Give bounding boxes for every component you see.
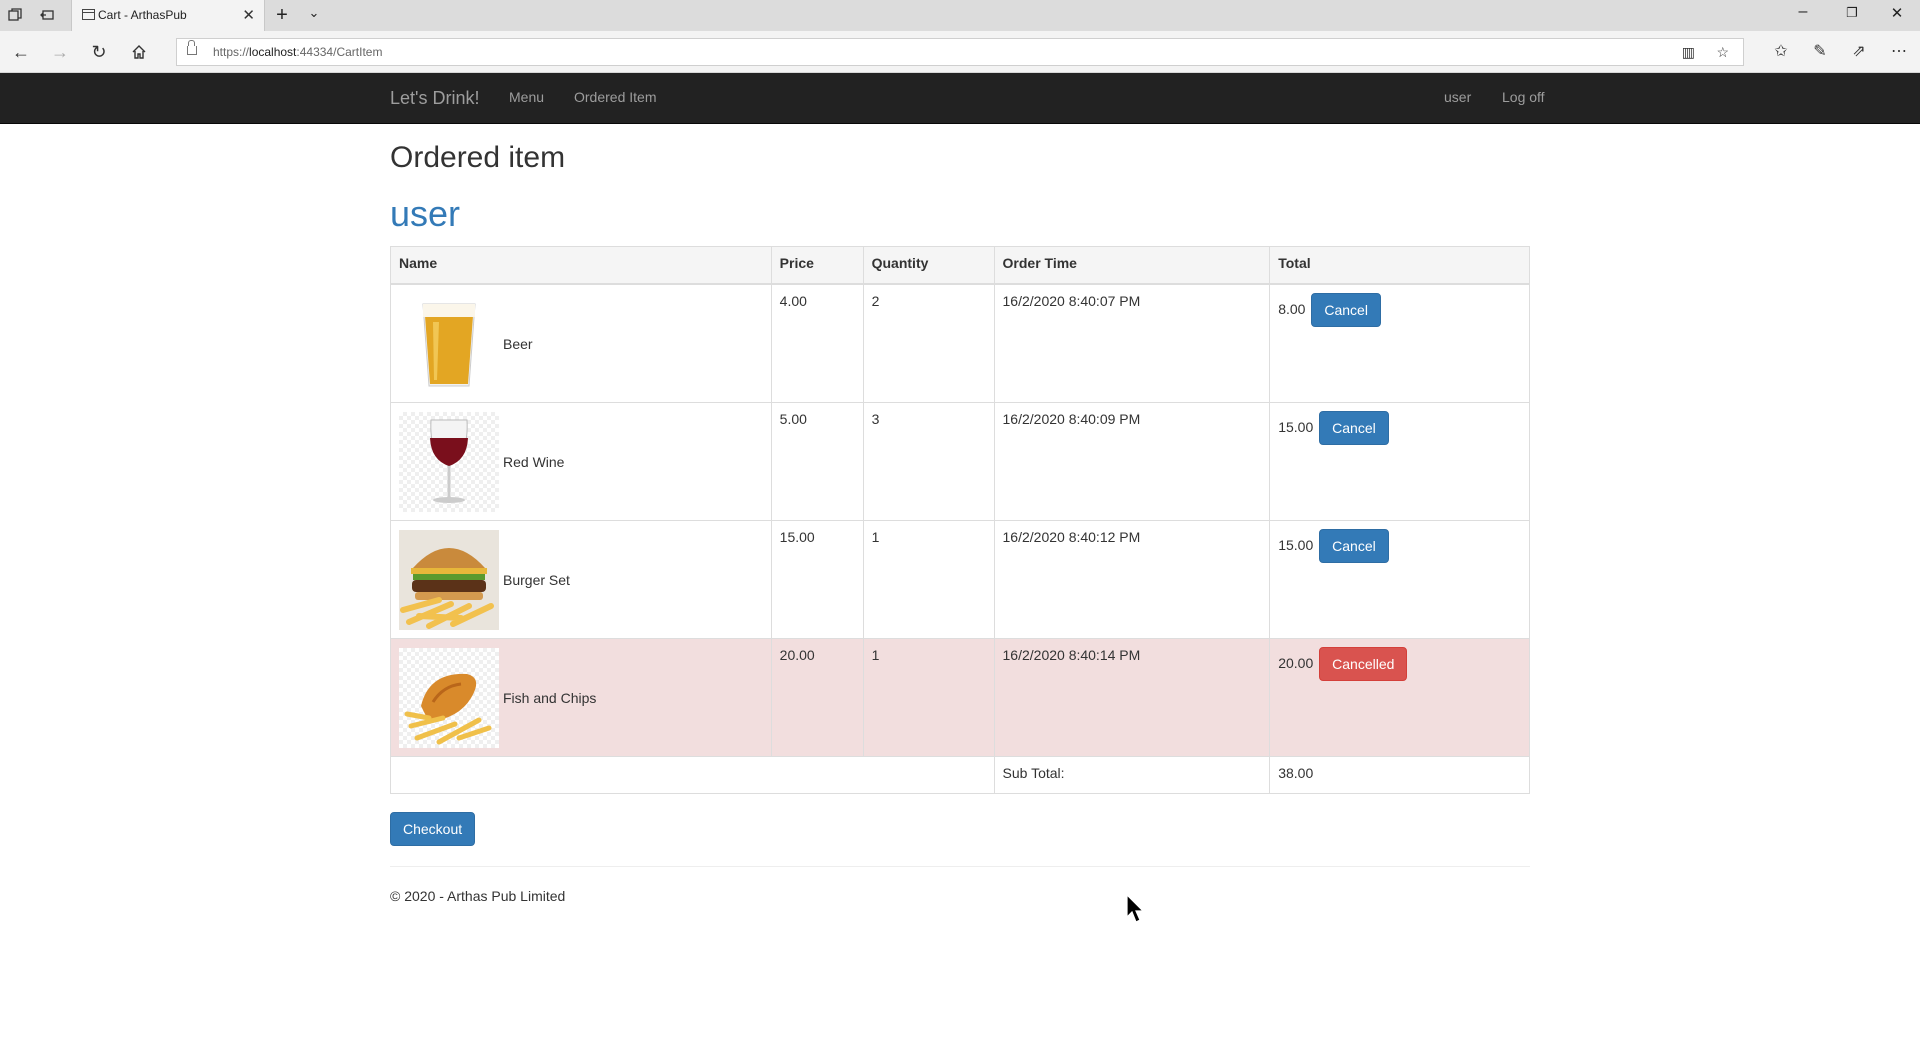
nav-user-link[interactable]: user <box>1444 89 1471 105</box>
mouse-cursor-icon <box>1126 894 1145 923</box>
browser-toolbar: ← → ↻ https://localhost:44334/CartItem ▥… <box>0 31 1920 73</box>
name-cell: Beer <box>390 283 772 403</box>
subtotal-value: 38.00 <box>1269 756 1530 794</box>
name-cell: Burger Set <box>390 520 772 639</box>
log-off-link[interactable]: Log off <box>1502 89 1545 105</box>
header-name: Name <box>390 246 772 285</box>
price-cell: 20.00 <box>770 638 864 757</box>
back-icon[interactable]: ← <box>10 41 32 63</box>
cancel-button[interactable]: Cancel <box>1311 293 1381 327</box>
checkout-button[interactable]: Checkout <box>390 812 476 846</box>
beer-image <box>399 293 499 394</box>
forward-icon[interactable]: → <box>49 41 71 63</box>
table-row-cancelled: Fish and Chips 20.00 1 16/2/2020 8:40:14… <box>390 638 1530 757</box>
web-note-pen-icon[interactable]: ✎ <box>1809 41 1831 63</box>
total-value: 15.00 <box>1278 419 1314 435</box>
address-bar[interactable]: https://localhost:44334/CartItem ▥ ☆ <box>176 38 1744 66</box>
quantity-cell: 1 <box>862 520 995 639</box>
favorite-star-icon[interactable]: ☆ <box>1716 44 1729 61</box>
browser-tab[interactable]: Cart - ArthasPub ✕ <box>71 0 265 31</box>
price-cell: 4.00 <box>770 283 864 403</box>
home-icon[interactable] <box>128 41 150 63</box>
close-tab-icon[interactable]: ✕ <box>242 6 255 24</box>
cancel-button[interactable]: Cancel <box>1319 529 1389 563</box>
ordered-items-table: Name Price Quantity Order Time Total Bee… <box>390 246 1530 794</box>
more-options-icon[interactable]: ⋯ <box>1888 41 1910 63</box>
subtotal-row: Sub Total: 38.00 <box>390 756 1530 794</box>
brand-link[interactable]: Let's Drink! <box>390 88 479 109</box>
total-cell: 15.00 Cancel <box>1269 402 1530 521</box>
header-price: Price <box>770 246 864 285</box>
item-name: Red Wine <box>503 453 565 470</box>
quantity-cell: 3 <box>862 402 995 521</box>
page-title: Ordered item <box>390 141 566 174</box>
order-time-cell: 16/2/2020 8:40:14 PM <box>993 638 1271 757</box>
name-cell: Fish and Chips <box>390 638 772 757</box>
total-cell: 20.00 Cancelled <box>1269 638 1530 757</box>
red-wine-image <box>399 411 499 512</box>
tab-title: Cart - ArthasPub <box>98 8 187 22</box>
table-row: Beer 4.00 2 16/2/2020 8:40:07 PM 8.00 Ca… <box>390 283 1530 403</box>
item-name: Beer <box>503 335 533 352</box>
new-tab-icon[interactable]: + <box>272 4 292 27</box>
item-name: Fish and Chips <box>503 689 597 706</box>
tab-set-aside-icon[interactable] <box>8 8 22 22</box>
name-cell: Red Wine <box>390 402 772 521</box>
total-value: 8.00 <box>1278 301 1306 317</box>
close-window-icon[interactable]: ✕ <box>1887 4 1907 22</box>
header-total: Total <box>1269 246 1530 285</box>
header-order-time: Order Time <box>993 246 1271 285</box>
nav-link-ordered-item[interactable]: Ordered Item <box>574 89 656 105</box>
header-quantity: Quantity <box>862 246 995 285</box>
total-value: 15.00 <box>1278 537 1314 553</box>
price-cell: 5.00 <box>770 402 864 521</box>
favorites-hub-icon[interactable]: ✩ <box>1770 41 1792 63</box>
subtotal-label: Sub Total: <box>993 756 1271 794</box>
footer-copyright: © 2020 - Arthas Pub Limited <box>390 888 566 904</box>
tab-list-chevron-icon[interactable]: ⌄ <box>304 5 324 21</box>
refresh-icon[interactable]: ↻ <box>88 41 110 63</box>
site-navbar: Let's Drink! Menu Ordered Item user Log … <box>0 73 1920 124</box>
total-value: 20.00 <box>1278 655 1314 671</box>
table-row: Red Wine 5.00 3 16/2/2020 8:40:09 PM 15.… <box>390 402 1530 521</box>
burger-image <box>399 529 499 630</box>
order-time-cell: 16/2/2020 8:40:07 PM <box>993 283 1271 403</box>
username-heading: user <box>390 193 461 234</box>
cancelled-button[interactable]: Cancelled <box>1319 647 1408 681</box>
lock-icon <box>187 40 197 55</box>
quantity-cell: 1 <box>862 638 995 757</box>
table-row: Burger Set 15.00 1 16/2/2020 8:40:12 PM … <box>390 520 1530 639</box>
reading-view-icon[interactable]: ▥ <box>1682 44 1695 61</box>
subtotal-spacer <box>390 756 995 794</box>
page-favicon-icon <box>82 9 95 20</box>
item-name: Burger Set <box>503 571 570 588</box>
total-cell: 15.00 Cancel <box>1269 520 1530 639</box>
url-text: https://localhost:44334/CartItem <box>213 45 383 59</box>
restore-window-icon[interactable]: ❐ <box>1842 5 1862 21</box>
tabs-aside-icon[interactable] <box>40 8 54 22</box>
table-header-row: Name Price Quantity Order Time Total <box>390 246 1530 285</box>
cancel-button[interactable]: Cancel <box>1319 411 1389 445</box>
share-icon[interactable]: ⇗ <box>1848 41 1870 63</box>
price-cell: 15.00 <box>770 520 864 639</box>
footer-divider <box>390 866 1530 867</box>
order-time-cell: 16/2/2020 8:40:09 PM <box>993 402 1271 521</box>
fish-and-chips-image <box>399 647 499 748</box>
quantity-cell: 2 <box>862 283 995 403</box>
nav-link-menu[interactable]: Menu <box>509 89 544 105</box>
minimize-window-icon[interactable]: – <box>1793 3 1813 21</box>
total-cell: 8.00 Cancel <box>1269 283 1530 403</box>
browser-titlebar: Cart - ArthasPub ✕ + ⌄ – ❐ ✕ <box>0 0 1920 31</box>
order-time-cell: 16/2/2020 8:40:12 PM <box>993 520 1271 639</box>
